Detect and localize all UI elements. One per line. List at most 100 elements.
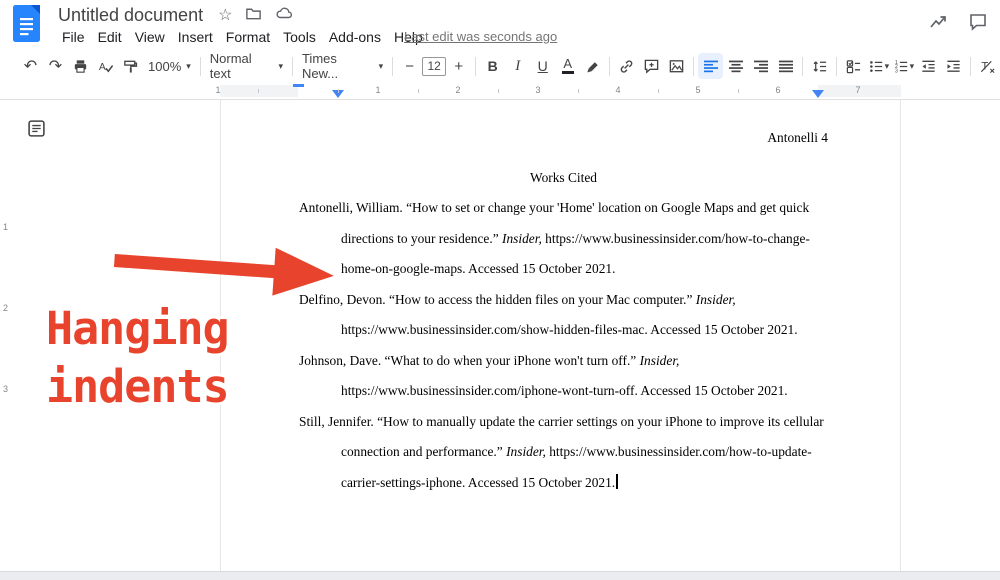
star-icon[interactable]: ☆ [218,7,232,24]
comment-history-icon[interactable] [968,12,988,37]
google-docs-app: Untitled document ☆ File Edit View Insert Fo… [0,0,1000,580]
ruler-number: 2 [455,85,461,95]
right-indent-marker[interactable] [812,90,824,98]
citation-entry: Johnson, Dave. “What to do when your iPh… [299,346,828,407]
bold-button[interactable]: B [480,53,505,79]
ruler-number: 1 [375,85,381,95]
ruler-number: 6 [775,85,781,95]
underline-button[interactable]: U [530,53,555,79]
citation-entry: Still, Jennifer. “How to manually update… [299,407,828,499]
vertical-ruler[interactable]: 1 2 3 [0,100,14,570]
page-content[interactable]: Antonelli 4 Works Cited Antonelli, Willi… [221,100,900,498]
page-header: Antonelli 4 [767,130,828,145]
ruler-number: 3 [535,85,541,95]
spellcheck-button[interactable]: A [93,53,118,79]
increase-indent-button[interactable] [941,53,966,79]
ruler-tick [258,89,259,93]
first-line-indent-marker[interactable] [293,84,304,87]
citation-italic-text: Insider, [695,291,736,307]
cloud-status-icon[interactable] [275,4,293,27]
citation-entry: Delfino, Devon. “How to access the hidde… [299,285,828,346]
ruler-number: 5 [695,85,701,95]
menu-edit[interactable]: Edit [94,27,126,47]
decrease-indent-button[interactable] [916,53,941,79]
annotation-line-2: indents [46,360,230,413]
document-page[interactable]: Antonelli 4 Works Cited Antonelli, Willi… [220,100,901,571]
citation-italic-text: Insider, [639,352,680,368]
font-size-decrease-button[interactable]: − [397,53,422,79]
bulleted-list-button[interactable]: ▾ [866,53,891,79]
align-justify-button[interactable] [773,53,798,79]
bottom-strip [0,571,1000,580]
print-button[interactable] [68,53,93,79]
insert-link-button[interactable] [614,53,639,79]
works-cited-title: Works Cited [530,169,597,185]
svg-text:3: 3 [895,68,898,74]
align-center-button[interactable] [723,53,748,79]
ruler-tick [498,89,499,93]
numbered-list-button[interactable]: 123 ▾ [891,53,916,79]
line-spacing-button[interactable] [807,53,832,79]
italic-button[interactable]: I [505,53,530,79]
ruler-number: 2 [3,303,9,313]
paint-format-button[interactable] [118,53,143,79]
align-right-button[interactable] [748,53,773,79]
ruler-tick [418,89,419,93]
insights-trend-icon[interactable] [928,12,948,37]
ruler-number: 4 [615,85,621,95]
font-size-input[interactable]: 12 [422,56,447,76]
insert-image-button[interactable] [664,53,689,79]
menu-bar: File Edit View Insert Format Tools Add-ons Help [58,27,432,47]
font-size-increase-button[interactable]: + [446,53,471,79]
citations-list: Antonelli, William. “How to set or chang… [299,193,828,498]
document-outline-button[interactable] [25,117,47,139]
topbar-right [928,12,988,37]
numbered-list-caret-icon[interactable]: ▾ [910,61,915,72]
text-cursor [616,473,618,489]
citation-text: Delfino, Devon. “How to access the hidde… [299,291,696,307]
undo-button[interactable]: ↶ [18,53,43,79]
hanging-indents-annotation: Hanging indents [46,300,230,416]
move-folder-icon[interactable] [245,5,262,27]
toolbar: ↶ ↷ A 100% ▾ Normal text ▾ Times New... ▾ −… [18,51,1000,81]
text-color-button[interactable]: A [555,53,580,79]
highlight-color-button[interactable] [580,53,605,79]
align-left-button[interactable] [698,53,724,79]
menu-file[interactable]: File [58,27,89,47]
clear-formatting-button[interactable]: T [975,53,1000,79]
ruler-number: 7 [855,85,861,95]
citation-text: https://www.businessinsider.com/show-hid… [341,322,798,337]
styles-select[interactable]: Normal text ▾ [205,51,288,81]
redo-button[interactable]: ↷ [43,53,68,79]
menu-format[interactable]: Format [222,27,274,47]
menu-view[interactable]: View [131,27,169,47]
citation-italic-text: Insider, [502,230,542,246]
ruler-tick [658,89,659,93]
ruler-tick [578,89,579,93]
ruler-number: 1 [215,85,221,95]
last-edit-link[interactable]: Last edit was seconds ago [404,29,557,44]
zoom-select[interactable]: 100% ▾ [143,53,196,79]
menu-tools[interactable]: Tools [279,27,320,47]
add-comment-button[interactable] [639,53,664,79]
annotation-line-1: Hanging [46,302,230,355]
horizontal-ruler[interactable]: 1 1 2 3 4 5 6 7 [0,83,1000,99]
citation-entry: Antonelli, William. “How to set or chang… [299,193,828,285]
menu-addons[interactable]: Add-ons [325,27,385,47]
title-row: Untitled document ☆ [58,4,293,27]
font-select[interactable]: Times New... ▾ [297,51,388,81]
ruler-tick [738,89,739,93]
bulleted-list-caret-icon[interactable]: ▾ [885,61,890,72]
menu-insert[interactable]: Insert [174,27,217,47]
ruler-tick [338,89,339,93]
citation-text: Johnson, Dave. “What to do when your iPh… [299,352,640,368]
checklist-button[interactable] [841,53,866,79]
citation-italic-text: Insider, [506,444,546,459]
ruler-number: 3 [3,384,9,394]
ruler-number: 1 [3,222,9,232]
docs-logo-icon[interactable] [13,5,41,43]
citation-text: https://www.businessinsider.com/iphone-w… [341,383,788,398]
svg-text:A: A [99,61,106,72]
document-title[interactable]: Untitled document [58,5,203,26]
top-bar: Untitled document ☆ File Edit View Insert Fo… [0,0,1000,48]
